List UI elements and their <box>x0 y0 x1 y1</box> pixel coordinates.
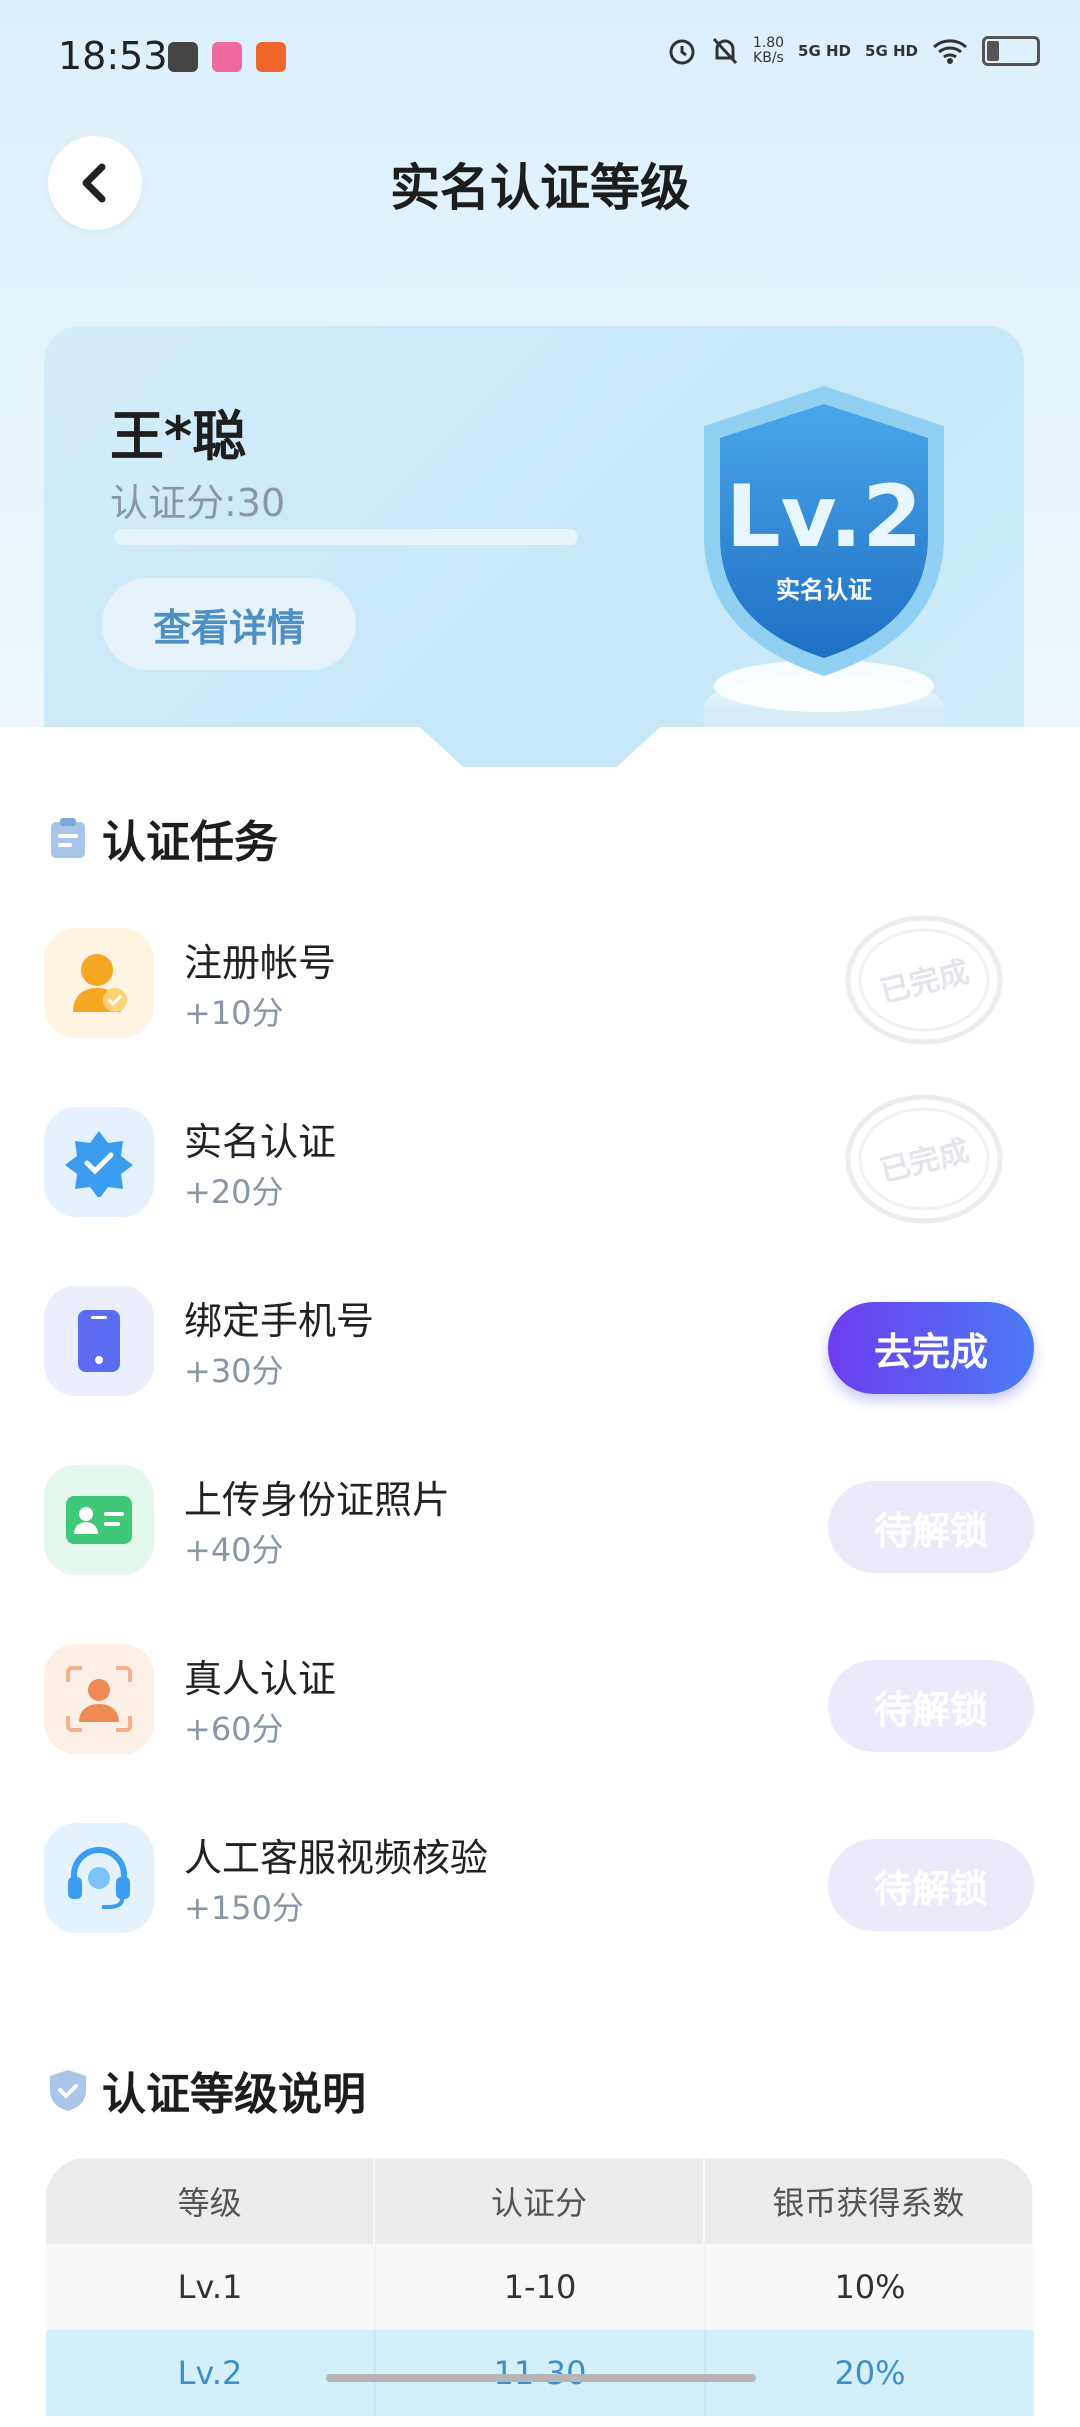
task-item-register: 注册帐号 +10分 已完成 <box>44 915 1034 1045</box>
table-row-current: Lv.2 11-30 20% <box>46 2330 1034 2416</box>
battery-icon <box>982 36 1040 66</box>
table-cell: 11-30 <box>376 2330 706 2416</box>
alarm-icon <box>669 39 695 65</box>
page-title: 实名认证等级 <box>390 159 690 217</box>
network-speed: 1.80 KB/s <box>752 35 785 66</box>
column-header: 认证分 <box>375 2158 705 2244</box>
table-cell: 20% <box>834 2354 906 2392</box>
locked-button[interactable]: 待解锁 <box>828 1839 1034 1931</box>
shield-check-icon <box>50 2070 86 2111</box>
user-check-icon <box>44 928 154 1038</box>
notification-app-icon <box>168 42 198 72</box>
table-cell: Lv.2 <box>46 2330 376 2416</box>
home-indicator[interactable] <box>326 2374 756 2382</box>
task-item-realname: 实名认证 +20分 已完成 <box>44 1094 1034 1224</box>
svg-text:已完成: 已完成 <box>877 955 973 1011</box>
mute-bell-icon <box>712 37 737 65</box>
go-complete-button[interactable]: 去完成 <box>828 1302 1034 1394</box>
score-progress-bar <box>114 529 578 545</box>
task-item-video-verify: 人工客服视频核验 +150分 待解锁 <box>44 1823 1034 1933</box>
level-badge: Lv.2 实名认证 <box>664 346 984 786</box>
notification-app-icon <box>256 42 286 72</box>
view-details-button[interactable]: 查看详情 <box>102 578 356 670</box>
svg-text:Lv.2: Lv.2 <box>726 467 922 567</box>
column-header: 银币获得系数 <box>705 2158 1034 2244</box>
signal-1: 5G HD <box>798 42 852 60</box>
shield-badge-icon: Lv.2 实名认证 <box>704 386 944 786</box>
task-item-face-verify: 真人认证 +60分 待解锁 <box>44 1644 1034 1754</box>
locked-button[interactable]: 待解锁 <box>828 1660 1034 1752</box>
user-name: 王*聪 <box>110 405 247 468</box>
locked-button[interactable]: 待解锁 <box>828 1481 1034 1573</box>
completed-stamp: 已完成 <box>844 910 1004 1050</box>
signal-2: 5G HD <box>865 42 918 60</box>
table-cell: 1-10 <box>376 2244 706 2330</box>
id-card-icon <box>44 1465 154 1575</box>
svg-text:实名认证: 实名认证 <box>776 576 872 604</box>
face-scan-icon <box>44 1644 154 1754</box>
headset-icon <box>44 1823 154 1933</box>
score-label: 认证分:30 <box>110 481 286 525</box>
table-cell: Lv.1 <box>46 2244 376 2330</box>
table-row: Lv.1 1-10 10% <box>46 2244 1034 2330</box>
table-cell: 10% <box>834 2268 906 2306</box>
phone-icon <box>44 1286 154 1396</box>
svg-text:已完成: 已完成 <box>877 1134 973 1190</box>
tasks-section-title: 认证任务 <box>48 806 278 870</box>
table-header-row: 等级 认证分 银币获得系数 <box>46 2158 1034 2244</box>
task-item-upload-id: 上传身份证照片 +40分 待解锁 <box>44 1465 1034 1575</box>
completed-stamp: 已完成 <box>844 1089 1004 1229</box>
column-header: 等级 <box>46 2158 376 2244</box>
levels-section-title: 认证等级说明 <box>48 2058 366 2122</box>
status-bar: 18:53 1.80 KB/s 5G HD 5G HD <box>0 0 1080 110</box>
task-item-bind-phone: 绑定手机号 +30分 去完成 <box>44 1286 1034 1396</box>
wifi-icon <box>933 39 967 64</box>
status-indicators: 1.80 KB/s 5G HD 5G HD <box>667 36 1040 66</box>
status-time: 18:53 <box>58 34 168 78</box>
notification-app-icon <box>212 42 242 72</box>
level-card: 王*聪 认证分:30 查看详情 Lv.2 实名认证 <box>44 326 1024 796</box>
verified-star-icon <box>44 1107 154 1217</box>
clipboard-icon <box>51 818 85 858</box>
